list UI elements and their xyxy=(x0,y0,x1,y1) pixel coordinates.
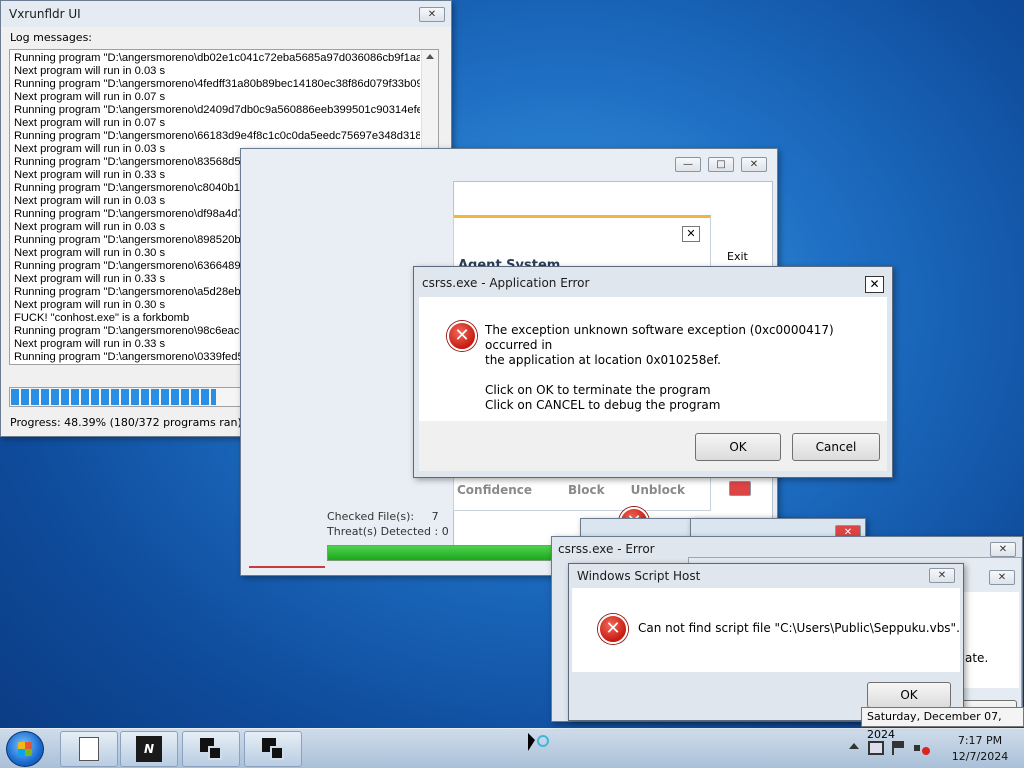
progress-fill xyxy=(11,389,217,405)
dialog-body: ✕ The exception unknown software excepti… xyxy=(419,297,887,421)
clock-date: 12/7/2024 xyxy=(951,750,1009,763)
scroll-up-icon[interactable] xyxy=(426,54,434,59)
unblock-action[interactable]: Unblock xyxy=(631,483,685,497)
taskbar-item-switch[interactable] xyxy=(182,731,240,767)
windows-logo-icon xyxy=(18,742,32,756)
partial-message-2: ate. xyxy=(965,651,989,665)
red-close-button[interactable] xyxy=(729,481,751,496)
close-icon: ✕ xyxy=(997,572,1007,583)
clock[interactable]: 7:17 PM 12/7/2024 xyxy=(940,733,1020,765)
agent-close-button[interactable]: ✕ xyxy=(682,226,700,242)
close-icon: ✕ xyxy=(998,544,1008,555)
ok-button[interactable]: OK xyxy=(867,682,951,708)
error-message: The exception unknown software exception… xyxy=(485,323,887,413)
close-icon: ✕ xyxy=(937,570,947,581)
n-app-icon: N xyxy=(136,736,162,762)
minimize-button[interactable]: — xyxy=(675,157,701,172)
start-button[interactable] xyxy=(6,731,44,767)
message-line-2: the application at location 0x010258ef. xyxy=(485,353,721,367)
left-red-line xyxy=(249,566,325,568)
maximize-button[interactable]: □ xyxy=(708,157,734,172)
dialog-title: csrss.exe - Error xyxy=(558,542,655,556)
log-label: Log messages: xyxy=(10,31,93,44)
close-button[interactable]: ✕ xyxy=(929,568,955,583)
message-line-4: Click on CANCEL to debug the program xyxy=(485,398,721,412)
vxrunfldr-titlebar[interactable]: Vxrunfldr UI xyxy=(1,1,451,27)
exit-label[interactable]: Exit xyxy=(727,250,748,263)
taskbar-item-notepad[interactable] xyxy=(60,731,118,767)
close-button[interactable]: ✕ xyxy=(741,157,767,172)
close-icon: ✕ xyxy=(427,9,437,20)
log-line: Next program will run in 0.07 s xyxy=(14,117,166,129)
tray-expand-icon[interactable] xyxy=(849,743,859,749)
ok-button[interactable]: OK xyxy=(695,433,781,461)
log-line: Running program "D:\angersmoreno\66183d9… xyxy=(14,130,420,142)
close-icon: ✕ xyxy=(749,159,759,170)
dialog-title: Windows Script Host xyxy=(577,569,701,583)
green-progress xyxy=(327,545,583,561)
minimize-icon: — xyxy=(683,159,693,170)
error-icon: ✕ xyxy=(447,321,477,351)
close-button[interactable]: ✕ xyxy=(989,570,1015,585)
checked-value: 7 xyxy=(431,510,439,523)
dialog-close-button[interactable]: ✕ xyxy=(865,276,884,293)
document-icon xyxy=(79,737,99,761)
window-title: Vxrunfldr UI xyxy=(9,7,81,21)
checked-files: Checked File(s): 7 xyxy=(327,510,439,523)
confidence-action[interactable]: Confidence xyxy=(457,483,532,497)
message-line-1: The exception unknown software exception… xyxy=(485,323,834,352)
close-button[interactable]: ✕ xyxy=(990,542,1016,557)
message-line-3: Click on OK to terminate the program xyxy=(485,383,711,397)
dialog-title: csrss.exe - Application Error xyxy=(422,276,590,290)
threats-detected: Threat(s) Detected : 0 xyxy=(327,525,449,538)
dialog-body: ✕ Can not find script file "C:\Users\Pub… xyxy=(572,588,960,672)
busy-cursor-icon xyxy=(528,733,549,755)
actions-row: Confidence Block Unblock xyxy=(457,483,717,497)
log-line: Next program will run in 0.03 s xyxy=(14,65,166,77)
log-line: Running program "D:\angersmoreno\db02e1c… xyxy=(14,52,420,64)
dialog-titlebar[interactable]: csrss.exe - Application Error xyxy=(414,267,892,299)
taskbar-item-switch-2[interactable] xyxy=(244,731,302,767)
block-action[interactable]: Block xyxy=(568,483,605,497)
cancel-button[interactable]: Cancel xyxy=(792,433,880,461)
clock-time: 7:17 PM xyxy=(957,734,1003,747)
date-tooltip: Saturday, December 07, 2024 xyxy=(861,707,1024,741)
wsh-dialog: Windows Script Host ✕ ✕ Can not find scr… xyxy=(568,563,964,721)
window-switch-icon xyxy=(198,736,224,762)
log-line: Next program will run in 0.07 s xyxy=(14,91,166,103)
close-icon: ✕ xyxy=(686,227,696,240)
taskbar-item-n-app[interactable]: N xyxy=(120,731,178,767)
log-line: Running program "D:\angersmoreno\d2409d7… xyxy=(14,104,420,116)
log-line: Running program "D:\angersmoreno\4fedff3… xyxy=(14,78,420,90)
close-button[interactable]: ✕ xyxy=(419,7,445,22)
error-message: Can not find script file "C:\Users\Publi… xyxy=(638,621,960,635)
window-switch-icon xyxy=(260,736,286,762)
checked-label: Checked File(s): xyxy=(327,510,415,523)
maximize-icon: □ xyxy=(716,159,726,170)
error-icon: ✕ xyxy=(598,614,628,644)
application-error-dialog: csrss.exe - Application Error ✕ ✕ The ex… xyxy=(413,266,893,478)
progress-text: Progress: 48.39% (180/372 programs ran) xyxy=(10,416,242,429)
dialog-titlebar[interactable]: Windows Script Host xyxy=(569,564,963,588)
volume-muted-icon[interactable] xyxy=(914,741,932,755)
close-icon: ✕ xyxy=(869,277,880,291)
